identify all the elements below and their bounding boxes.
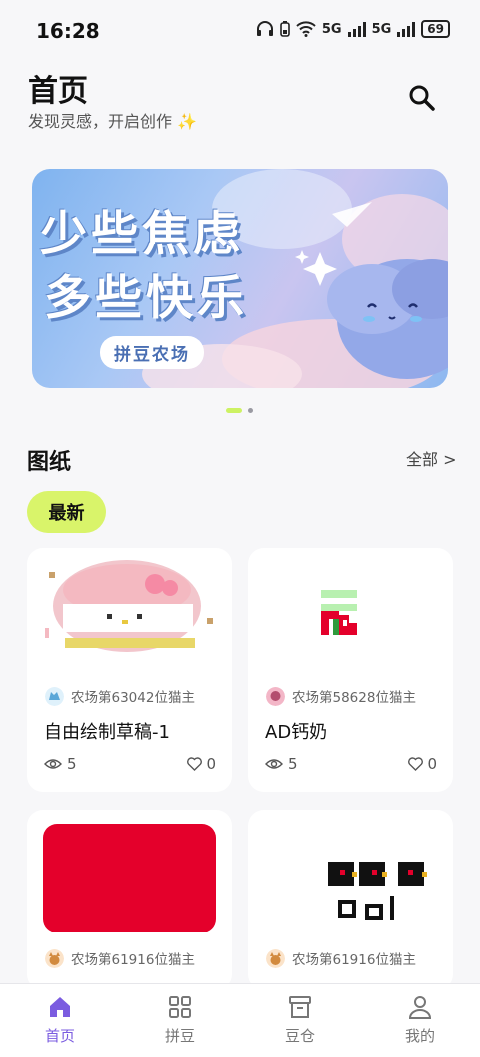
view-count: 5 <box>288 755 298 773</box>
search-button[interactable] <box>404 80 440 116</box>
nav-label: 拼豆 <box>164 1027 195 1045</box>
carousel-dot-active <box>226 408 242 413</box>
author-name: 农场第61916位猫主 <box>292 952 416 968</box>
pattern-card[interactable]: 农场第63042位猫主 自由绘制草稿-1 5 0 <box>27 548 232 792</box>
carousel-dot <box>248 408 253 413</box>
page-subtitle: 发现灵感，开启创作 ✨ <box>28 112 198 131</box>
banner-headline-2: 多些快乐 <box>44 271 248 326</box>
like-button[interactable]: 0 <box>187 755 216 773</box>
pattern-thumbnail <box>321 590 357 635</box>
author-name: 农场第58628位猫主 <box>292 690 416 706</box>
user-avatar <box>45 948 64 968</box>
section-title: 图纸 <box>27 450 72 475</box>
signal-icon <box>347 21 366 37</box>
eye-icon <box>265 759 283 769</box>
heart-icon <box>187 757 203 771</box>
pattern-card[interactable]: 农场第58628位猫主 AD钙奶 5 0 <box>248 548 453 792</box>
pattern-card[interactable]: 农场第61916位猫主 <box>248 810 453 990</box>
heart-icon <box>408 757 424 771</box>
network-type-1: 5G <box>321 21 342 37</box>
status-bar: 16:28 5G 5G 69 <box>0 0 480 60</box>
user-icon <box>408 996 432 1019</box>
nav-item-pindou[interactable]: 拼豆 <box>140 994 220 1046</box>
pattern-name: 自由绘制草稿-1 <box>44 722 170 743</box>
banner-tag: 拼豆农场 <box>100 336 204 369</box>
network-type-2: 5G <box>371 21 392 37</box>
grid-icon <box>169 996 191 1018</box>
pattern-thumbnail <box>43 824 216 932</box>
nav-item-storage[interactable]: 豆仓 <box>260 994 340 1046</box>
page-title: 首页 <box>28 74 88 109</box>
carousel-indicator[interactable] <box>226 408 253 413</box>
view-all-link[interactable]: 全部 > <box>406 446 457 470</box>
status-time: 16:28 <box>36 19 100 43</box>
phone-battery-icon <box>280 21 290 37</box>
pattern-name: AD钙奶 <box>265 722 328 743</box>
archive-box-icon <box>289 996 311 1018</box>
status-icons: 5G 5G 69 <box>256 20 450 38</box>
wifi-icon <box>296 21 316 37</box>
user-avatar <box>266 686 285 706</box>
nav-item-profile[interactable]: 我的 <box>380 994 460 1046</box>
like-button[interactable]: 0 <box>408 755 437 773</box>
like-count: 0 <box>427 755 437 773</box>
filter-chip-latest[interactable]: 最新 <box>27 491 106 533</box>
headphones-icon <box>256 21 273 36</box>
user-avatar <box>45 686 64 706</box>
promo-banner[interactable]: 少些焦虑 多些快乐 拼豆农场 <box>32 169 448 388</box>
user-avatar <box>266 948 285 968</box>
pattern-thumbnail <box>45 560 213 662</box>
view-count: 5 <box>67 755 77 773</box>
author-name: 农场第63042位猫主 <box>71 690 195 706</box>
like-count: 0 <box>206 755 216 773</box>
eye-icon <box>44 759 62 769</box>
home-icon <box>50 997 70 1017</box>
pattern-card[interactable]: 农场第61916位猫主 <box>27 810 232 990</box>
battery-indicator: 69 <box>421 20 450 38</box>
author-name: 农场第61916位猫主 <box>71 952 195 968</box>
nav-label: 我的 <box>404 1027 435 1045</box>
bottom-navigation: 首页 拼豆 豆仓 我的 <box>0 983 480 1057</box>
signal-icon-2 <box>397 21 416 37</box>
nav-label: 豆仓 <box>284 1027 315 1045</box>
nav-item-home[interactable]: 首页 <box>20 994 100 1046</box>
pattern-thumbnail <box>328 862 427 920</box>
banner-headline-1: 少些焦虑 <box>40 207 244 262</box>
nav-label: 首页 <box>44 1027 75 1045</box>
search-icon <box>409 85 435 111</box>
